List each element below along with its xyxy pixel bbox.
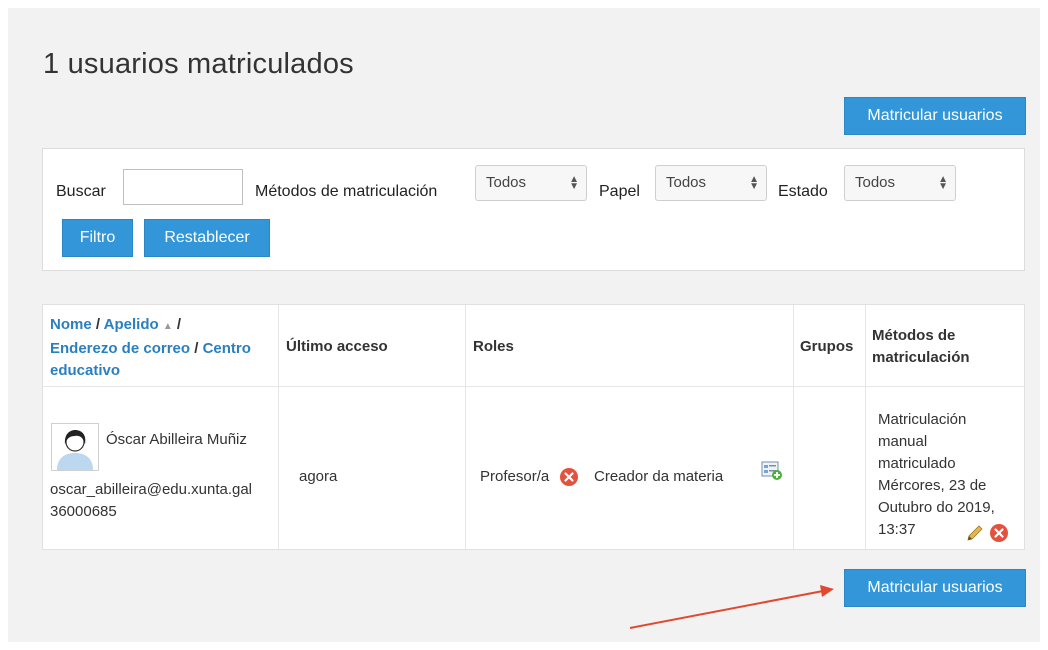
annotation-arrow-icon xyxy=(629,585,834,629)
page-container: 1 usuarios matriculados Matricular usuar… xyxy=(8,8,1040,642)
